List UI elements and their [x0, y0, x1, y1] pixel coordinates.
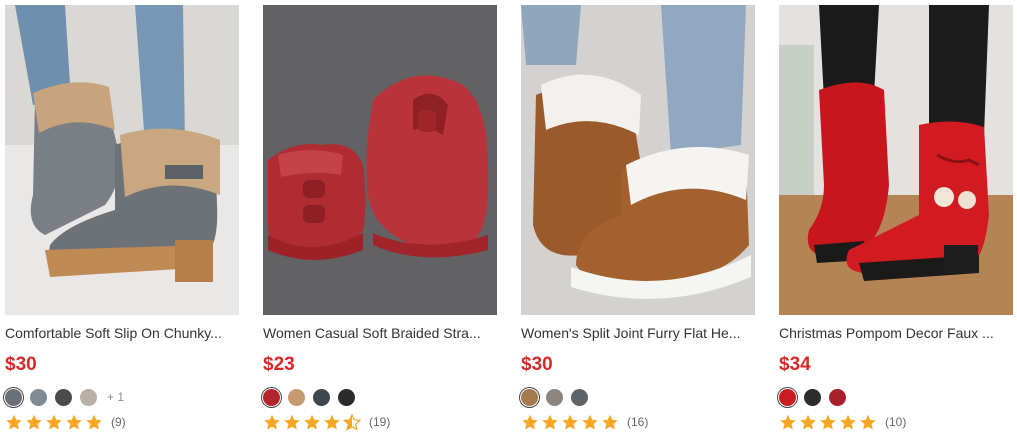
- color-swatch[interactable]: [263, 388, 280, 406]
- color-swatch[interactable]: [521, 388, 538, 406]
- review-count[interactable]: (9): [111, 415, 126, 429]
- star-full-icon: [25, 414, 43, 431]
- color-swatch[interactable]: [804, 388, 821, 406]
- color-swatch[interactable]: [80, 388, 97, 406]
- star-full-icon: [779, 414, 797, 431]
- product-image[interactable]: [263, 5, 497, 315]
- star-rating: (10): [779, 413, 1013, 431]
- review-count[interactable]: (16): [627, 415, 648, 429]
- star-full-icon: [561, 414, 579, 431]
- product-title[interactable]: Christmas Pompom Decor Faux ...: [779, 324, 1013, 342]
- star-full-icon: [521, 414, 539, 431]
- star-full-icon: [65, 414, 83, 431]
- product-grid: Comfortable Soft Slip On Chunky... $30 +…: [0, 0, 1017, 435]
- star-full-icon: [839, 414, 857, 431]
- star-full-icon: [819, 414, 837, 431]
- star-full-icon: [859, 414, 877, 431]
- star-rating: (9): [5, 413, 239, 431]
- product-card[interactable]: Comfortable Soft Slip On Chunky... $30 +…: [5, 5, 239, 431]
- star-full-icon: [45, 414, 63, 431]
- more-colors-count[interactable]: + 1: [107, 390, 124, 404]
- product-image[interactable]: [5, 5, 239, 315]
- color-swatches: + 1: [5, 387, 239, 407]
- product-card[interactable]: Christmas Pompom Decor Faux ... $34 (10): [779, 5, 1013, 431]
- color-swatch[interactable]: [338, 388, 355, 406]
- color-swatch[interactable]: [313, 388, 330, 406]
- product-image[interactable]: [521, 5, 755, 315]
- product-title[interactable]: Women's Split Joint Furry Flat He...: [521, 324, 755, 342]
- star-full-icon: [85, 414, 103, 431]
- product-price: $23: [263, 354, 295, 375]
- color-swatch[interactable]: [571, 388, 588, 406]
- star-full-icon: [601, 414, 619, 431]
- star-full-icon: [5, 414, 23, 431]
- color-swatch[interactable]: [5, 388, 22, 406]
- star-full-icon: [323, 414, 341, 431]
- star-full-icon: [799, 414, 817, 431]
- star-full-icon: [283, 414, 301, 431]
- product-card[interactable]: Women Casual Soft Braided Stra... $23 (1…: [263, 5, 497, 431]
- star-rating: (19): [263, 412, 497, 431]
- color-swatches: [263, 387, 497, 407]
- color-swatch[interactable]: [288, 388, 305, 406]
- color-swatch[interactable]: [779, 388, 796, 406]
- color-swatch[interactable]: [55, 388, 72, 406]
- star-half-icon: [342, 412, 362, 431]
- color-swatch[interactable]: [30, 388, 47, 406]
- star-rating: (16): [521, 413, 755, 431]
- color-swatch[interactable]: [546, 388, 563, 406]
- product-price: $30: [5, 354, 37, 375]
- product-price: $34: [779, 354, 811, 375]
- product-title[interactable]: Comfortable Soft Slip On Chunky...: [5, 324, 239, 342]
- star-full-icon: [581, 414, 599, 431]
- color-swatches: [521, 387, 755, 407]
- star-full-icon: [303, 414, 321, 431]
- product-image[interactable]: [779, 5, 1013, 315]
- color-swatch[interactable]: [829, 388, 846, 406]
- review-count[interactable]: (10): [885, 415, 906, 429]
- color-swatches: [779, 387, 1013, 407]
- product-title[interactable]: Women Casual Soft Braided Stra...: [263, 324, 497, 342]
- product-price: $30: [521, 354, 553, 375]
- star-full-icon: [263, 414, 281, 431]
- review-count[interactable]: (19): [369, 415, 390, 429]
- star-full-icon: [541, 414, 559, 431]
- product-card[interactable]: Women's Split Joint Furry Flat He... $30…: [521, 5, 755, 431]
